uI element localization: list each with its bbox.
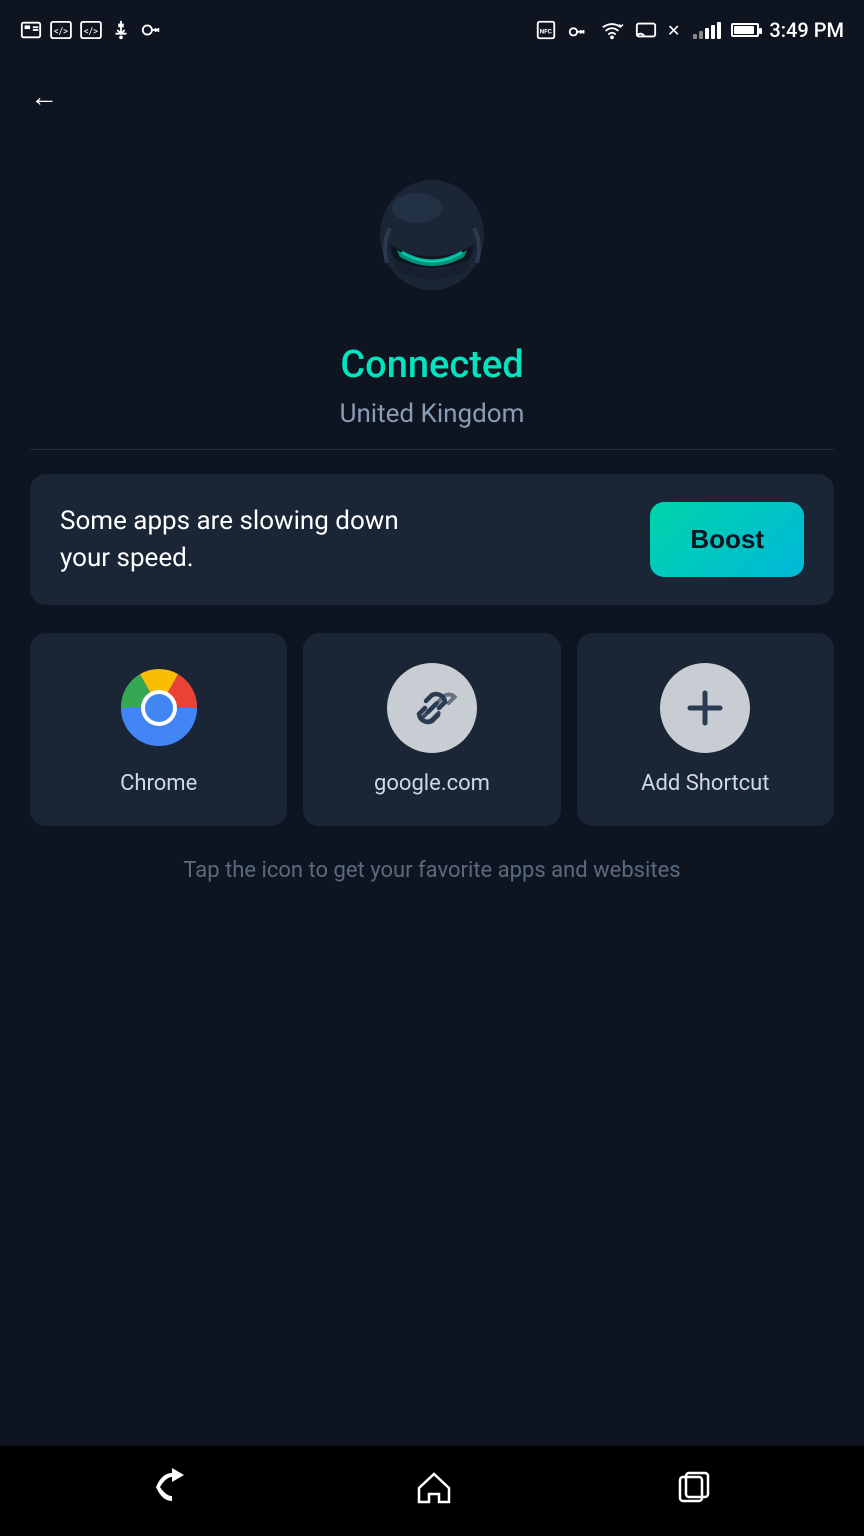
svg-text:✕: ✕ [667, 22, 680, 38]
status-bar: </> </> NFC [0, 0, 864, 60]
svg-text:NFC: NFC [540, 28, 552, 36]
shortcut-chrome[interactable]: Chrome [30, 633, 287, 826]
nav-bar [0, 1446, 864, 1536]
add-icon-container [660, 663, 750, 753]
cast-icon [635, 19, 657, 41]
code-icon-2: </> [80, 21, 102, 39]
status-icons-right: NFC ✕ [535, 18, 844, 42]
wifi-icon [599, 19, 625, 41]
code-icon-1: </> [50, 21, 72, 39]
nfc-icon: NFC [535, 19, 557, 41]
status-icons-left: </> </> [20, 19, 162, 41]
section-divider [30, 449, 834, 450]
chrome-icon-container [114, 663, 204, 753]
vpnkey-icon [567, 19, 589, 41]
back-button[interactable]: ← [0, 60, 864, 133]
helmet-logo [352, 163, 512, 323]
main-content: Connected United Kingdom Some apps are s… [0, 133, 864, 1446]
shortcut-google[interactable]: google.com [303, 633, 560, 826]
nav-back-button[interactable] [152, 1467, 192, 1516]
shortcuts-grid: Chrome google.com [30, 633, 834, 826]
x-indicator: ✕ [667, 22, 683, 38]
screenshot-icon [20, 19, 42, 41]
svg-text:</>: </> [84, 27, 98, 38]
nav-home-button[interactable] [415, 1468, 453, 1515]
add-shortcut-label: Add Shortcut [641, 771, 769, 796]
signal-bars [693, 21, 721, 39]
usb-icon [110, 19, 132, 41]
boost-message: Some apps are slowing down your speed. [60, 503, 440, 576]
battery-icon [731, 23, 759, 37]
google-label: google.com [374, 771, 490, 796]
add-icon [680, 683, 730, 733]
link-icon [407, 683, 457, 733]
nav-recents-button[interactable] [676, 1469, 712, 1514]
chrome-label: Chrome [120, 771, 197, 796]
shortcut-add[interactable]: Add Shortcut [577, 633, 834, 826]
boost-card: Some apps are slowing down your speed. B… [30, 474, 834, 605]
key-icon [140, 19, 162, 41]
hint-text: Tap the icon to get your favorite apps a… [173, 854, 690, 887]
google-icon-container [387, 663, 477, 753]
connected-status: Connected [340, 343, 523, 387]
svg-text:</>: </> [54, 27, 68, 38]
boost-button[interactable]: Boost [650, 502, 804, 577]
back-arrow-icon: ← [30, 80, 58, 113]
chrome-icon [115, 664, 203, 752]
location-text: United Kingdom [340, 399, 525, 429]
status-time: 3:49 PM [769, 18, 844, 42]
